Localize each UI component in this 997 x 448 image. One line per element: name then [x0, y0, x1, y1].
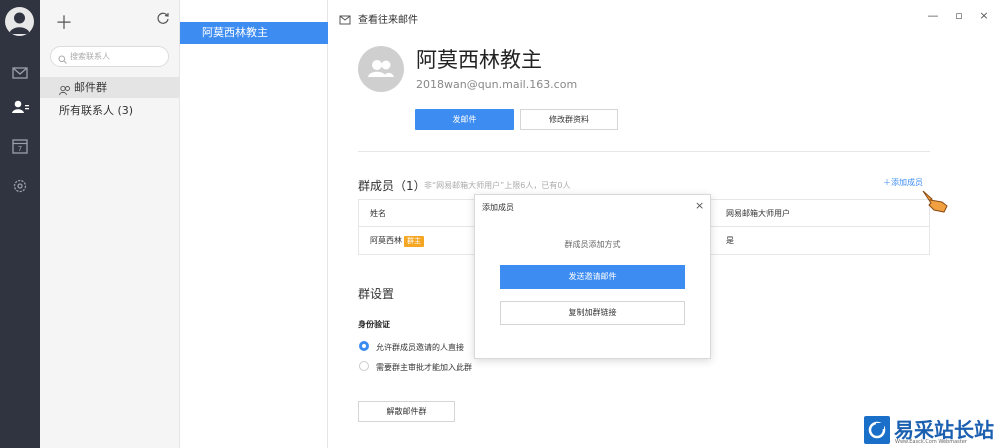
- members-note: 非“网易邮箱大师用户”上限6人，已有0人: [424, 181, 571, 190]
- search-placeholder: 搜索联系人: [70, 52, 110, 61]
- calendar-icon[interactable]: 7: [10, 136, 30, 156]
- settings-icon[interactable]: [10, 176, 30, 196]
- dialog-title: 添加成员: [482, 203, 514, 212]
- calendar-day: 7: [18, 145, 22, 153]
- divider: [358, 151, 930, 152]
- app-window: 7 ＋ 搜索联系人 邮件群 所有联系人 (3) 阿莫西林教主 查看往来邮件 — …: [0, 0, 997, 448]
- members-title: 群成员（1）: [358, 179, 426, 193]
- auth-title: 身份验证: [358, 320, 390, 329]
- dialog-close-icon[interactable]: ×: [695, 199, 704, 212]
- send-mail-button[interactable]: 发邮件: [415, 109, 514, 130]
- sidebar-item-label: 邮件群: [74, 81, 107, 94]
- col-name-header: 姓名: [370, 209, 386, 218]
- minimize-icon[interactable]: —: [927, 10, 939, 22]
- owner-badge: 群主: [404, 236, 424, 247]
- group-email: 2018wan@qun.mail.163.com: [416, 78, 578, 91]
- refresh-icon[interactable]: [156, 10, 170, 24]
- mail-history-icon[interactable]: [339, 11, 351, 25]
- watermark-url: Www.Easck.Com Webmaster: [895, 439, 967, 445]
- hand-cursor-icon: [920, 188, 950, 214]
- col-master-header: 网易邮箱大师用户: [726, 209, 790, 218]
- watermark-logo: 易采站长站 Www.Easck.Com Webmaster: [864, 414, 997, 448]
- sidebar-item-mail-group[interactable]: 邮件群: [40, 77, 179, 98]
- maximize-icon[interactable]: ▫: [953, 10, 965, 22]
- add-icon[interactable]: ＋: [55, 9, 73, 35]
- add-member-label: 添加成员: [891, 178, 923, 187]
- add-member-dialog: 添加成员 × 群成员添加方式 发送邀请邮件 复制加群链接: [474, 194, 711, 359]
- group-avatar-icon: [358, 46, 404, 92]
- view-mail-history-link[interactable]: 查看往来邮件: [358, 11, 418, 26]
- close-icon[interactable]: ×: [978, 10, 990, 22]
- dissolve-group-button[interactable]: 解散邮件群: [358, 401, 455, 422]
- search-icon: [58, 52, 67, 64]
- contacts-icon[interactable]: [10, 97, 30, 117]
- send-invite-button[interactable]: 发送邀请邮件: [500, 265, 685, 289]
- radio-allow-invite-label: 允许群成员邀请的人直接: [376, 343, 464, 352]
- add-member-button[interactable]: ＋添加成员: [883, 177, 923, 188]
- group-name: 阿莫西林教主: [416, 48, 542, 72]
- radio-require-approval-label: 需要群主审批才能加入此群: [376, 363, 472, 372]
- edit-group-button[interactable]: 修改群资料: [520, 109, 618, 130]
- mail-icon[interactable]: [10, 63, 30, 83]
- group-icon: [59, 82, 71, 96]
- search-input[interactable]: 搜索联系人: [50, 46, 169, 67]
- group-list: 阿莫西林教主: [180, 0, 328, 448]
- member-name-cell: 阿莫西林 群主: [370, 227, 424, 254]
- settings-title: 群设置: [358, 287, 395, 301]
- group-list-item-selected[interactable]: 阿莫西林教主: [180, 22, 328, 44]
- contacts-panel: ＋ 搜索联系人 邮件群 所有联系人 (3): [40, 0, 180, 448]
- sidebar-item-all-contacts[interactable]: 所有联系人 (3): [59, 102, 133, 118]
- copy-link-button[interactable]: 复制加群链接: [500, 301, 685, 325]
- left-rail: 7: [0, 0, 40, 448]
- dialog-subtitle: 群成员添加方式: [564, 240, 621, 249]
- member-name: 阿莫西林: [370, 236, 402, 245]
- radio-require-approval[interactable]: [359, 361, 369, 371]
- member-master-cell: 是: [726, 236, 734, 245]
- radio-allow-invite[interactable]: [359, 341, 369, 351]
- user-avatar[interactable]: [5, 7, 34, 36]
- watermark-logo-icon: [864, 416, 890, 444]
